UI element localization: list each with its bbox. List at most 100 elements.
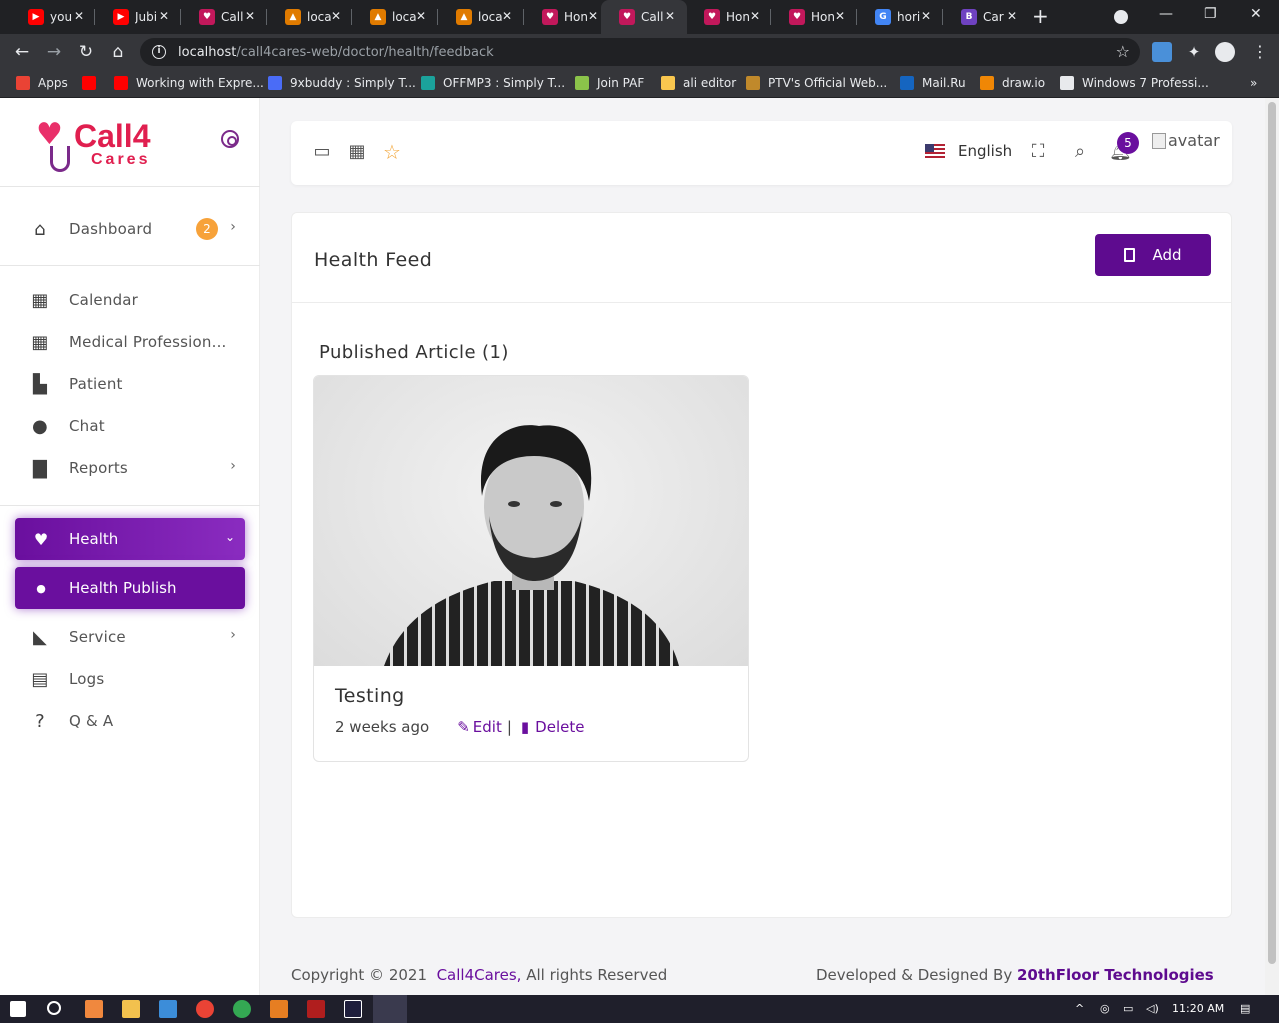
bookmark-item[interactable]: OFFMP3 : Simply T... [421,76,565,90]
sidebar-item-patient[interactable]: ▙ Patient [28,369,248,399]
close-tab-icon[interactable]: ✕ [835,9,845,23]
menu-dots-icon[interactable]: ⋮ [1250,42,1270,62]
bookmark-item[interactable]: PTV's Official Web... [746,76,887,90]
bookmark-favicon-icon [16,76,30,90]
close-tab-icon[interactable]: ✕ [331,9,341,23]
edit-link[interactable]: Edit [473,718,502,736]
file-explorer-icon[interactable] [122,1000,140,1018]
tab-search-icon[interactable] [1114,10,1128,24]
sidebar-item-label: Q & A [69,712,114,730]
browser-tab[interactable]: ♥ Hon ✕ [524,0,610,34]
sidebar-item-reports[interactable]: ▇ Reports › [28,453,248,483]
edit-icon[interactable]: ✎ [457,718,470,736]
close-tab-icon[interactable]: ✕ [1007,9,1017,23]
browser-tab[interactable]: ▲ loca ✕ [352,0,438,34]
bookmark-item[interactable]: Join PAF [575,76,644,90]
phpstorm-icon[interactable] [344,1000,362,1018]
windows-start-icon[interactable] [10,1001,26,1017]
browser-tab[interactable]: ♥ Call ✕ [601,0,687,34]
app-icon[interactable] [233,1000,251,1018]
bookmark-item[interactable]: Windows 7 Professi... [1060,76,1209,90]
browser-tab[interactable]: ▲ loca ✕ [267,0,353,34]
close-tab-icon[interactable]: ✕ [159,9,169,23]
extension-icon[interactable] [1152,42,1172,62]
browser-tab[interactable]: ▶ Jubi ✕ [95,0,181,34]
bookmark-item[interactable]: Mail.Ru [900,76,966,90]
computer-icon[interactable] [159,1000,177,1018]
taskbar-clock[interactable]: 11:20 AM [1172,1002,1224,1015]
app-icon[interactable] [85,1000,103,1018]
close-tab-icon[interactable]: ✕ [750,9,760,23]
tray-wifi-icon[interactable]: ▭ [1123,1002,1133,1015]
sublime-icon[interactable] [270,1000,288,1018]
forward-icon[interactable]: → [42,40,66,64]
bookmark-item[interactable]: ali editor [661,76,736,90]
language-selector[interactable]: English [958,142,1012,160]
more-bookmarks-icon[interactable]: » [1250,76,1257,90]
bookmark-star-icon[interactable]: ☆ [1116,42,1130,61]
sidebar-item-health-publish[interactable]: ● Health Publish [15,567,245,609]
extensions-puzzle-icon[interactable]: ✦ [1184,42,1204,62]
profile-icon[interactable] [1215,42,1235,62]
sidebar-toggle-icon[interactable] [221,130,239,148]
close-window-button[interactable]: ✕ [1250,6,1262,22]
search-icon[interactable]: ⌕ [1069,141,1091,163]
browser-tab[interactable]: B Car ✕ [943,0,1029,34]
sidebar-item-dashboard[interactable]: ⌂ Dashboard 2 › [28,214,248,244]
chrome-active-icon[interactable] [373,995,407,1023]
close-tab-icon[interactable]: ✕ [665,9,675,23]
trash-icon[interactable]: ▮ [521,718,529,736]
close-tab-icon[interactable]: ✕ [416,9,426,23]
footer-company-link[interactable]: Call4Cares, [437,966,522,984]
footer-developer-link[interactable]: 20thFloor Technologies [1017,966,1214,984]
address-bar[interactable]: i localhost/call4cares-web/doctor/health… [140,38,1140,66]
close-tab-icon[interactable]: ✕ [588,9,598,23]
chat-bubble-icon[interactable]: ▭ [311,141,333,163]
bookmark-item[interactable] [82,76,104,90]
call4cares-logo[interactable]: ♥ Call4 Cares [36,118,176,176]
close-tab-icon[interactable]: ✕ [74,9,84,23]
sidebar-item-health[interactable]: ♥ Health ⌄ [15,518,245,560]
browser-tab[interactable]: ♥ Hon ✕ [771,0,857,34]
sidebar-item-logs[interactable]: ▤ Logs [28,664,248,694]
sidebar-item-medical[interactable]: ▦ Medical Profession... [28,327,248,357]
close-tab-icon[interactable]: ✕ [245,9,255,23]
sidebar-item-chat[interactable]: ● Chat [28,411,248,441]
page-scrollbar[interactable] [1265,98,1279,995]
browser-tab[interactable]: ♥ Hon ✕ [686,0,772,34]
fullscreen-icon[interactable]: ⛶ [1027,141,1049,163]
minimize-button[interactable]: — [1159,6,1173,22]
calendar-icon[interactable]: ▦ [346,141,368,163]
sidebar-item-service[interactable]: ◣ Service › [28,622,248,652]
restore-button[interactable]: ❐ [1204,6,1217,22]
browser-tab[interactable]: Ghori ✕ [857,0,943,34]
close-tab-icon[interactable]: ✕ [502,9,512,23]
filezilla-icon[interactable] [307,1000,325,1018]
tray-chevron-icon[interactable]: ^ [1075,1002,1084,1015]
delete-link[interactable]: Delete [535,718,584,736]
close-tab-icon[interactable]: ✕ [921,9,931,23]
new-tab-button[interactable]: + [1032,4,1049,28]
search-icon[interactable] [47,1001,61,1015]
bookmark-item[interactable]: Apps [16,76,68,90]
bookmark-item[interactable]: draw.io [980,76,1045,90]
tray-network-icon[interactable]: ◎ [1100,1002,1110,1015]
browser-tab[interactable]: ▶ you ✕ [10,0,96,34]
site-info-icon[interactable]: i [152,45,166,59]
notification-center-icon[interactable]: ▤ [1240,1002,1250,1015]
sidebar-item-calendar[interactable]: ▦ Calendar [28,285,248,315]
chrome-icon[interactable] [196,1000,214,1018]
bookmark-item[interactable]: Working with Expre... [114,76,264,90]
star-icon[interactable]: ☆ [381,141,403,163]
home-icon[interactable]: ⌂ [106,40,130,64]
add-article-button[interactable]: Add [1095,234,1211,276]
sidebar-item-q-a[interactable]: ? Q & A [28,706,248,736]
browser-tab[interactable]: ▲ loca ✕ [438,0,524,34]
bookmark-item[interactable]: 9xbuddy : Simply T... [268,76,416,90]
browser-tab[interactable]: ♥ Call ✕ [181,0,267,34]
avatar[interactable]: avatar [1152,131,1220,150]
back-icon[interactable]: ← [10,40,34,64]
reload-icon[interactable]: ↻ [74,40,98,64]
tray-volume-icon[interactable]: ◁) [1146,1002,1159,1015]
article-title[interactable]: Testing [335,685,405,707]
